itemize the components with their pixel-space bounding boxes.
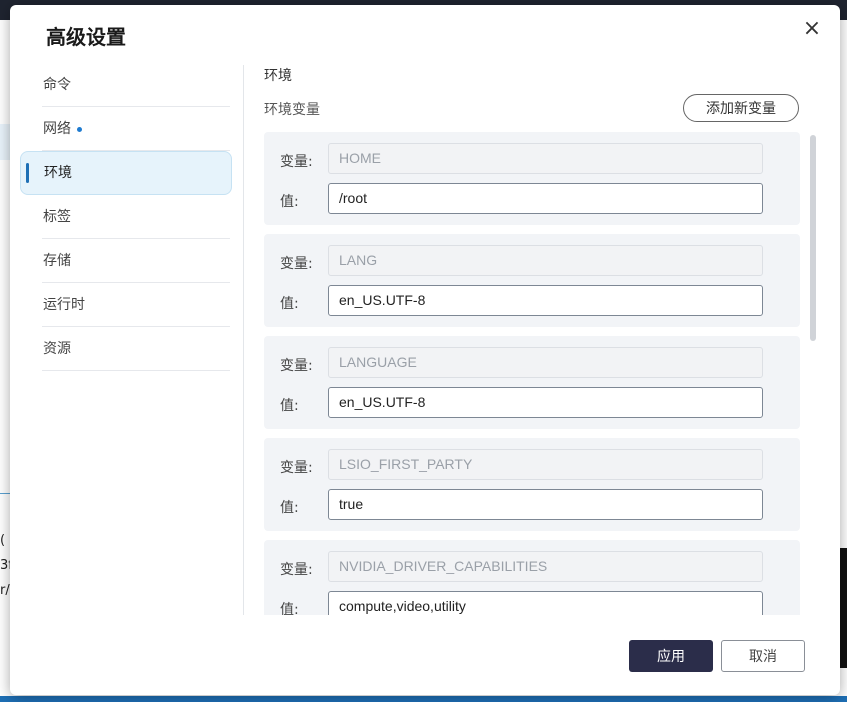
nav-item-label: 命令 — [43, 77, 71, 93]
nav-divider — [243, 65, 244, 615]
var-name-input[interactable]: LANGUAGE — [328, 347, 763, 378]
value-label: 值: — [280, 500, 299, 516]
vertical-scrollbar[interactable] — [810, 135, 816, 341]
var-label: 变量: — [280, 358, 313, 374]
background-text-1: ( — [0, 533, 6, 548]
value-label: 值: — [280, 602, 299, 615]
var-value-input[interactable]: en_US.UTF-8 — [328, 285, 763, 316]
var-label: 变量: — [280, 256, 313, 272]
close-icon[interactable]: × — [800, 17, 824, 41]
background-text-3: r/ — [0, 583, 10, 598]
env-var-list[interactable]: 变量: HOME 值: /root 变量: LANG 值: en_US.UTF-… — [264, 132, 800, 615]
nav-item-command[interactable]: 命令 — [20, 63, 240, 107]
nav-separator — [42, 370, 230, 371]
nav-item-label: 存储 — [43, 253, 71, 269]
var-name-input[interactable]: HOME — [328, 143, 763, 174]
nav-item-network[interactable]: 网络 — [20, 107, 240, 151]
value-label: 值: — [280, 296, 299, 312]
env-var-card: 变量: NVIDIA_DRIVER_CAPABILITIES 值: comput… — [264, 540, 800, 615]
nav-item-labels[interactable]: 标签 — [20, 195, 240, 239]
subsection-title: 环境变量 — [264, 102, 320, 118]
add-variable-button[interactable]: 添加新变量 — [683, 94, 799, 122]
settings-nav: 命令 网络 环境 标签 存储 运行时 资源 — [20, 63, 240, 371]
value-label: 值: — [280, 398, 299, 414]
var-value-input[interactable]: en_US.UTF-8 — [328, 387, 763, 418]
value-label: 值: — [280, 194, 299, 210]
var-value-input[interactable]: true — [328, 489, 763, 520]
var-label: 变量: — [280, 562, 313, 578]
var-name-input[interactable]: NVIDIA_DRIVER_CAPABILITIES — [328, 551, 763, 582]
section-title: 环境 — [264, 68, 292, 84]
nav-item-storage[interactable]: 存储 — [20, 239, 240, 283]
apply-button[interactable]: 应用 — [629, 640, 713, 672]
nav-item-label: 标签 — [43, 209, 71, 225]
var-name-input[interactable]: LANG — [328, 245, 763, 276]
active-indicator — [26, 163, 29, 183]
nav-item-resources[interactable]: 资源 — [20, 327, 240, 371]
advanced-settings-dialog: 高级设置 × 命令 网络 环境 标签 存储 运行时 资源 环境 环境变量 添加新… — [10, 5, 840, 695]
var-label: 变量: — [280, 154, 313, 170]
env-var-card: 变量: LSIO_FIRST_PARTY 值: true — [264, 438, 800, 531]
env-var-card: 变量: HOME 值: /root — [264, 132, 800, 225]
env-var-card: 变量: LANGUAGE 值: en_US.UTF-8 — [264, 336, 800, 429]
var-value-input[interactable]: compute,video,utility — [328, 591, 763, 615]
background-right-panel — [839, 548, 847, 668]
nav-item-label: 环境 — [44, 165, 72, 181]
var-label: 变量: — [280, 460, 313, 476]
nav-item-runtime[interactable]: 运行时 — [20, 283, 240, 327]
nav-item-environment[interactable]: 环境 — [20, 151, 232, 195]
cancel-button[interactable]: 取消 — [721, 640, 805, 672]
nav-item-label: 资源 — [43, 341, 71, 357]
nav-item-label: 运行时 — [43, 297, 85, 313]
var-value-input[interactable]: /root — [328, 183, 763, 214]
env-var-card: 变量: LANG 值: en_US.UTF-8 — [264, 234, 800, 327]
background-app-footer — [0, 696, 847, 702]
dialog-title: 高级设置 — [46, 25, 126, 49]
nav-item-label: 网络 — [43, 121, 71, 137]
modified-dot-icon — [77, 126, 82, 132]
var-name-input[interactable]: LSIO_FIRST_PARTY — [328, 449, 763, 480]
